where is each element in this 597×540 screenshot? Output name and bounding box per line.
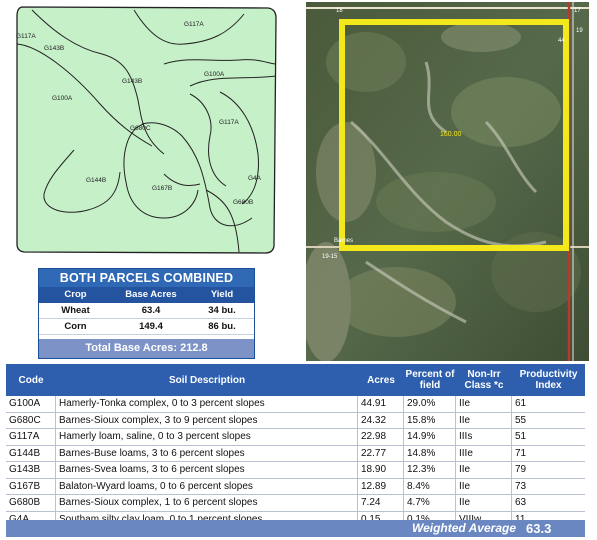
cell-code: G143B xyxy=(6,462,56,478)
cell-code: G680B xyxy=(6,495,56,511)
table-row: G143B Barnes-Svea loams, 3 to 6 percent … xyxy=(6,462,585,479)
cell-acres: 22.98 xyxy=(358,429,404,445)
cell-class: IIe xyxy=(456,396,512,412)
cell-class: IIIs xyxy=(456,429,512,445)
weighted-average-value: 63.3 xyxy=(526,521,552,536)
soil-map-label: G117A xyxy=(184,21,204,28)
crop-name: Corn xyxy=(64,321,87,332)
cell-code: G117A xyxy=(6,429,56,445)
cell-class: IIe xyxy=(456,412,512,428)
road-label: 44 xyxy=(558,38,565,44)
soil-table-header: Code Soil Description Acres Percent of f… xyxy=(6,364,585,396)
soil-table: Code Soil Description Acres Percent of f… xyxy=(6,364,585,537)
cell-acres: 12.89 xyxy=(358,478,404,494)
cell-description: Barnes-Sioux complex, 3 to 9 percent slo… xyxy=(56,412,358,428)
header-percent: Percent of field xyxy=(405,369,455,391)
crop-name: Wheat xyxy=(61,305,90,316)
cell-code: G100A xyxy=(6,396,56,412)
cell-code: G144B xyxy=(6,445,56,461)
cell-index: 61 xyxy=(515,398,527,409)
header-code: Code xyxy=(18,374,44,386)
road-label: 17 xyxy=(574,8,581,14)
soil-map: G117A G143B G117A G143B G100A G100A G680… xyxy=(16,6,277,254)
header-acres: Acres xyxy=(367,374,395,386)
table-row: G100A Hamerly-Tonka complex, 0 to 3 perc… xyxy=(6,396,585,413)
soil-map-label: G117A xyxy=(219,119,239,126)
header-crop: Crop xyxy=(64,289,87,300)
yield: 34 bu. xyxy=(208,305,236,316)
parcels-row-corn: Corn 149.4 86 bu. xyxy=(39,319,254,335)
cell-acres: 7.24 xyxy=(358,495,404,511)
cell-code: G680C xyxy=(6,412,56,428)
cell-index: 55 xyxy=(515,414,527,426)
parcels-header-row: Crop Base Acres Yield xyxy=(39,287,254,303)
cell-percent: 29.0% xyxy=(404,396,456,412)
cell-acres: 18.90 xyxy=(358,462,404,478)
soil-map-label: G100A xyxy=(204,71,225,78)
cell-description: Barnes-Sioux complex, 1 to 6 percent slo… xyxy=(56,495,358,511)
road-label: 19 xyxy=(576,28,583,34)
soil-map-label: G143B xyxy=(122,78,142,85)
cell-description: Barnes-Buse loams, 3 to 6 percent slopes xyxy=(56,445,358,461)
header-class: Non-Irr Class *c xyxy=(464,369,504,391)
header-yield: Yield xyxy=(210,289,234,300)
parcels-title: BOTH PARCELS COMBINED xyxy=(39,269,254,287)
table-row: G167B Balaton-Wyard loams, 0 to 6 percen… xyxy=(6,478,585,495)
parcels-row-wheat: Wheat 63.4 34 bu. xyxy=(39,303,254,319)
cell-class: IIe xyxy=(456,495,512,511)
cell-index: 73 xyxy=(515,480,527,492)
road-label: 19-15 xyxy=(322,254,338,260)
table-row: G680C Barnes-Sioux complex, 3 to 9 perce… xyxy=(6,412,585,429)
cell-percent: 12.3% xyxy=(404,462,456,478)
cell-description: Hamerly-Tonka complex, 0 to 3 percent sl… xyxy=(56,396,358,412)
cell-class: IIe xyxy=(456,478,512,494)
parcel-acreage-label: 160.00 xyxy=(440,131,462,138)
cell-percent: 4.7% xyxy=(404,495,456,511)
cell-percent: 14.9% xyxy=(404,429,456,445)
cell-index: 51 xyxy=(515,431,527,442)
cell-percent: 14.8% xyxy=(404,445,456,461)
header-index: Productivity Index xyxy=(519,369,578,391)
table-row: G117A Hamerly loam, saline, 0 to 3 perce… xyxy=(6,429,585,446)
cell-description: Balaton-Wyard loams, 0 to 6 percent slop… xyxy=(56,478,358,494)
base-acres: 63.4 xyxy=(141,305,161,316)
cell-percent: 15.8% xyxy=(404,412,456,428)
cell-index: 63 xyxy=(515,497,527,508)
soil-map-label: G167B xyxy=(152,185,172,192)
cell-code: G167B xyxy=(6,478,56,494)
aerial-photo: 160.00 18 17 19-15 Barnes 44 19 xyxy=(306,2,589,361)
road-label: 18 xyxy=(336,8,343,14)
soil-map-label: G680C xyxy=(130,125,151,132)
soil-map-label: G4A xyxy=(248,175,262,182)
header-description: Soil Description xyxy=(168,374,246,386)
table-row: G144B Barnes-Buse loams, 3 to 6 percent … xyxy=(6,445,585,462)
cell-acres: 22.77 xyxy=(358,445,404,461)
header-base-acres: Base Acres xyxy=(125,289,177,300)
soil-table-body: G100A Hamerly-Tonka complex, 0 to 3 perc… xyxy=(6,396,585,528)
road-label: Barnes xyxy=(334,238,353,244)
table-row: G680B Barnes-Sioux complex, 1 to 6 perce… xyxy=(6,495,585,512)
soil-map-label: G144B xyxy=(86,177,106,184)
cell-percent: 8.4% xyxy=(404,478,456,494)
cell-acres: 24.32 xyxy=(358,412,404,428)
soil-map-label: G680B xyxy=(233,199,253,206)
soil-map-label: G100A xyxy=(52,95,73,102)
cell-class: IIe xyxy=(456,462,512,478)
weighted-average-label: Weighted Average xyxy=(411,521,516,535)
soil-map-label: G143B xyxy=(44,45,64,52)
combined-parcels-table: BOTH PARCELS COMBINED Crop Base Acres Yi… xyxy=(38,268,255,359)
cell-description: Barnes-Svea loams, 3 to 6 percent slopes xyxy=(56,462,358,478)
weighted-average-bar: Weighted Average 63.3 xyxy=(6,520,585,537)
cell-index: 71 xyxy=(515,447,527,459)
yield: 86 bu. xyxy=(208,321,236,332)
soil-map-label: G117A xyxy=(16,33,36,40)
cell-index: 79 xyxy=(515,464,527,475)
base-acres: 149.4 xyxy=(139,321,163,332)
cell-class: IIIe xyxy=(456,445,512,461)
cell-description: Hamerly loam, saline, 0 to 3 percent slo… xyxy=(56,429,358,445)
total-base-acres: Total Base Acres: 212.8 xyxy=(39,339,254,358)
cell-acres: 44.91 xyxy=(358,396,404,412)
